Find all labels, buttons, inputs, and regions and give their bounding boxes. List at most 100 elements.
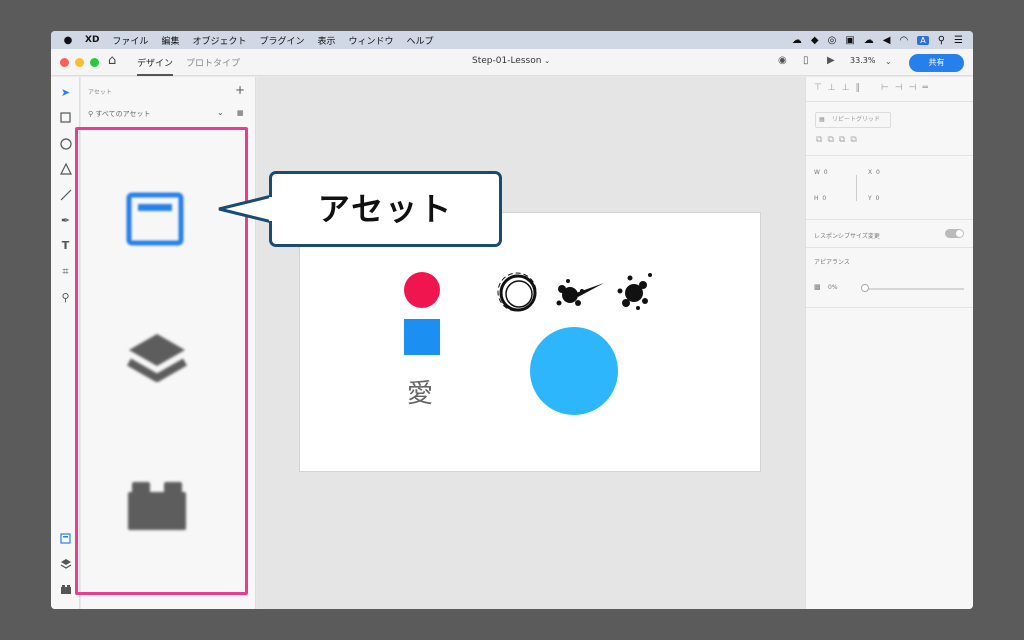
responsive-resize-label: レスポンシブサイズ変更 — [814, 233, 880, 240]
responsive-resize-toggle[interactable] — [945, 229, 964, 238]
callout-joint — [269, 197, 279, 221]
divider — [806, 101, 973, 102]
apple-menu-icon[interactable]: ● — [51, 35, 85, 46]
menubar-tray: ☁ ◆ ◎ ▣ ☁ ◀ ◠ A ⚲ ☰ — [792, 31, 963, 49]
align-middle-icon[interactable]: ⊥ — [828, 83, 842, 93]
assets-panel-large-icon — [126, 192, 184, 246]
align-center-icon[interactable]: ⊣ — [895, 83, 909, 93]
select-tool-icon[interactable]: ➤ — [58, 85, 73, 100]
width-field[interactable]: W 0 — [814, 169, 828, 176]
document-title[interactable]: Step-01-Lesson ⌄ — [472, 56, 550, 66]
ellipse-tool-icon[interactable] — [58, 136, 73, 151]
creative-cloud-icon[interactable]: ◎ — [828, 35, 837, 46]
boolean-ops-row: ⧉⧉⧉⧉ — [816, 135, 862, 145]
menu-app-xd[interactable]: XD — [85, 35, 99, 45]
assets-filter-chevron-icon[interactable]: ⌄ — [217, 108, 224, 117]
blue-circle[interactable] — [530, 327, 618, 415]
repeat-grid-button[interactable]: ▦ リピートグリッド — [815, 112, 891, 128]
zoom-window-button[interactable] — [90, 58, 99, 67]
pen-tool-icon[interactable]: ✒ — [58, 213, 73, 228]
text-tool-icon[interactable]: T — [58, 238, 73, 253]
assets-search-input[interactable]: ⚲ すべてのアセット — [88, 109, 150, 119]
zoom-dropdown-chevron-icon[interactable]: ⌄ — [885, 57, 892, 66]
plugins-large-icon — [128, 482, 186, 530]
play-icon[interactable]: ▶ — [827, 55, 835, 66]
assets-panel-icon[interactable] — [58, 531, 73, 546]
zoom-level[interactable]: 33.3% — [850, 56, 875, 65]
assets-panel-title: アセット — [88, 89, 112, 96]
sync-icon[interactable]: ☁ — [792, 35, 802, 46]
align-top-icon[interactable]: ⊤ — [814, 83, 828, 93]
opacity-value[interactable]: 0% — [828, 284, 838, 291]
notification-list-icon[interactable]: ☰ — [954, 35, 963, 46]
add-asset-icon[interactable]: + — [235, 83, 245, 97]
y-field[interactable]: Y 0 — [868, 195, 879, 202]
wifi-icon[interactable]: ◠ — [899, 35, 908, 46]
align-right-icon[interactable]: ⊣ — [909, 83, 923, 93]
height-field[interactable]: H 0 — [814, 195, 826, 202]
canvas-area[interactable]: 愛 — [257, 77, 805, 609]
width-value: 0 — [823, 169, 828, 176]
artboard[interactable]: 愛 — [299, 212, 761, 472]
dropbox-icon[interactable]: ◆ — [811, 35, 819, 46]
close-window-button[interactable] — [60, 58, 69, 67]
tab-design[interactable]: デザイン — [137, 56, 174, 76]
highlight-frame — [75, 127, 248, 595]
layers-panel-icon[interactable] — [58, 556, 73, 571]
height-label: H — [814, 195, 819, 202]
menu-file[interactable]: ファイル — [112, 34, 148, 47]
user-icon[interactable]: ◉ — [778, 55, 787, 66]
callout-label: アセット — [269, 171, 502, 247]
menu-edit[interactable]: 編集 — [161, 34, 179, 47]
spotlight-search-icon[interactable]: ⚲ — [938, 35, 945, 46]
assets-search-placeholder: すべてのアセット — [95, 110, 151, 118]
minimize-window-button[interactable] — [75, 58, 84, 67]
volume-icon[interactable]: ◀ — [883, 35, 891, 46]
chevron-down-icon: ⌄ — [544, 57, 551, 65]
boolean-subtract-icon[interactable]: ⧉ — [827, 135, 838, 145]
boolean-intersect-icon[interactable]: ⧉ — [839, 135, 850, 145]
upload-cloud-icon[interactable]: ☁ — [864, 35, 874, 46]
ink-ring-brush[interactable] — [497, 272, 537, 312]
divider — [806, 247, 973, 248]
opacity-slider-knob[interactable] — [861, 284, 869, 292]
tab-prototype[interactable]: プロトタイプ — [186, 56, 240, 69]
artboard-tool-icon[interactable]: ⌗ — [58, 264, 73, 279]
opacity-slider[interactable] — [864, 288, 964, 290]
kanji-text-ai[interactable]: 愛 — [407, 373, 433, 410]
grid-view-icon[interactable]: ▦ — [237, 109, 244, 117]
home-icon[interactable]: ⌂ — [108, 53, 116, 68]
menu-view[interactable]: 表示 — [317, 34, 335, 47]
align-bottom-icon[interactable]: ⊥ — [842, 83, 856, 93]
align-tools-row[interactable]: ⊤⊥⊥‖ ⊢⊣⊣═ — [814, 83, 934, 93]
ink-splatter-1[interactable] — [556, 279, 605, 306]
menu-plugins[interactable]: プラグイン — [259, 34, 304, 47]
menu-object[interactable]: オブジェクト — [192, 34, 246, 47]
mobile-preview-icon[interactable]: ▯ — [803, 55, 809, 66]
appearance-label: アピアランス — [814, 259, 850, 266]
x-field[interactable]: X 0 — [868, 169, 880, 176]
y-label: Y — [868, 195, 872, 202]
red-circle[interactable] — [404, 272, 440, 308]
document-title-text: Step-01-Lesson — [472, 56, 542, 66]
lock-aspect-line[interactable] — [856, 175, 857, 201]
blue-square[interactable] — [404, 319, 440, 355]
repeat-grid-label: リピートグリッド — [832, 116, 881, 123]
plugins-panel-icon[interactable] — [58, 581, 73, 596]
distribute-horizontal-icon[interactable]: ═ — [922, 83, 933, 93]
polygon-tool-icon[interactable] — [58, 161, 73, 176]
align-left-icon[interactable]: ⊢ — [881, 83, 895, 93]
share-button[interactable]: 共有 — [909, 54, 964, 72]
line-tool-icon[interactable] — [58, 187, 73, 202]
app-badge-icon[interactable]: ▣ — [845, 35, 854, 46]
rectangle-tool-icon[interactable] — [58, 110, 73, 125]
mac-menubar: ● XD ファイル 編集 オブジェクト プラグイン 表示 ウィンドウ ヘルプ ☁… — [51, 31, 973, 49]
distribute-vertical-icon[interactable]: ‖ — [856, 83, 867, 93]
zoom-tool-icon[interactable]: ⚲ — [58, 290, 73, 305]
boolean-add-icon[interactable]: ⧉ — [816, 135, 827, 145]
boolean-exclude-icon[interactable]: ⧉ — [850, 135, 861, 145]
menu-help[interactable]: ヘルプ — [407, 34, 434, 47]
ink-splatter-2[interactable] — [617, 273, 653, 310]
input-source-badge[interactable]: A — [917, 35, 929, 45]
menu-window[interactable]: ウィンドウ — [349, 34, 394, 47]
